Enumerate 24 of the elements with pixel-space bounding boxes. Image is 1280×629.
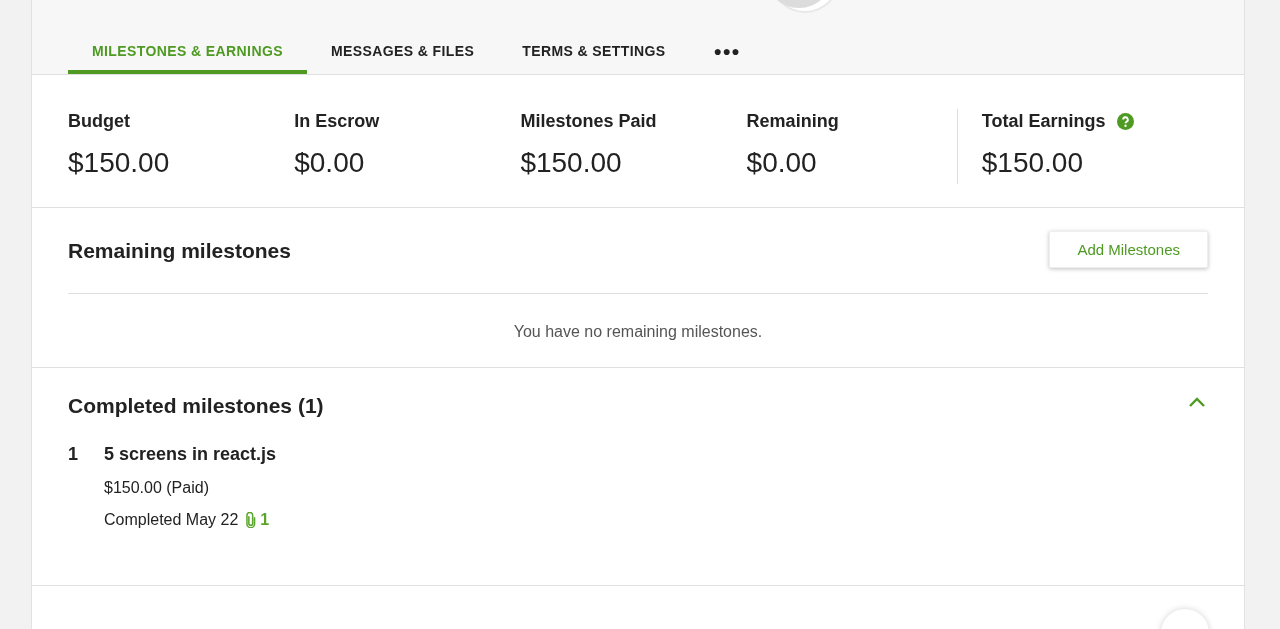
milestone-date: Completed May 22 (104, 511, 239, 529)
chevron-up-icon[interactable] (1188, 396, 1206, 408)
stat-value: $0.00 (746, 147, 818, 179)
tab[interactable]: ●●● (689, 43, 765, 74)
stat-label: Milestones Paid (520, 110, 657, 132)
add-milestones-button[interactable]: Add Milestones (1049, 230, 1208, 268)
section-title: Remaining milestones (68, 238, 291, 263)
help-icon[interactable] (1117, 112, 1135, 130)
stat-label: Total Earnings (981, 110, 1106, 132)
milestone-title: 5 screens in react.js (104, 444, 277, 465)
stat-value: $0.00 (294, 147, 366, 179)
paperclip-icon[interactable] (246, 512, 257, 528)
stat-label: Budget (68, 110, 130, 132)
stat-label: In Escrow (294, 110, 380, 132)
tab[interactable]: TERMS & SETTINGS (498, 43, 690, 74)
stat-value: $150.00 (68, 147, 171, 179)
section-title: Completed milestones (1) (68, 394, 324, 418)
milestone-amount: $150.00 (Paid) (104, 479, 209, 497)
tab[interactable]: MESSAGES & FILES (306, 43, 499, 74)
milestone-number: 1 (68, 444, 78, 466)
stat-value: $150.00 (520, 147, 623, 179)
stat-label: Remaining (746, 110, 839, 132)
empty-message: You have no remaining milestones. (512, 323, 764, 341)
stat-value: $150.00 (981, 147, 1084, 179)
